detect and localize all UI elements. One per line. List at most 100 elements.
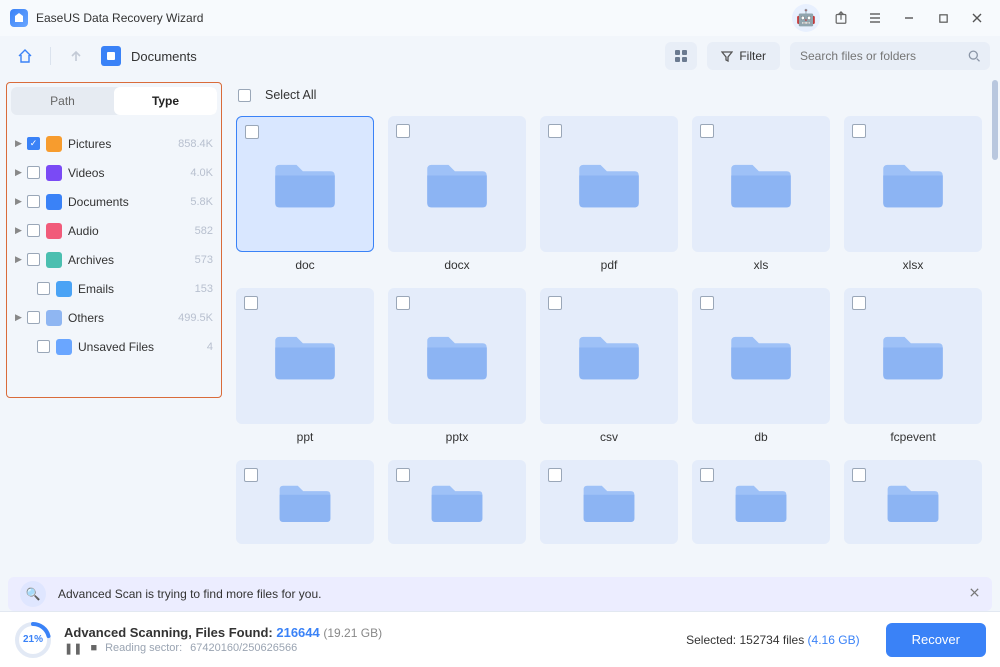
card-checkbox[interactable]: [852, 124, 866, 138]
sidebar-item-audio[interactable]: ▶Audio582: [11, 216, 217, 245]
mascot-icon[interactable]: 🤖: [792, 4, 820, 32]
tab-type[interactable]: Type: [114, 87, 217, 115]
item-count: 858.4K: [178, 138, 213, 150]
card-checkbox[interactable]: [396, 296, 410, 310]
folder-card-row3-13[interactable]: [692, 460, 830, 544]
folder-thumb[interactable]: [236, 116, 374, 252]
folder-card-pptx[interactable]: pptx: [388, 288, 526, 444]
minimize-button[interactable]: [896, 5, 922, 31]
caret-icon: ▶: [15, 196, 25, 207]
card-checkbox[interactable]: [852, 468, 866, 482]
folder-thumb[interactable]: [388, 116, 526, 252]
card-checkbox[interactable]: [548, 468, 562, 482]
maximize-button[interactable]: [930, 5, 956, 31]
card-checkbox[interactable]: [244, 468, 258, 482]
card-checkbox[interactable]: [700, 124, 714, 138]
item-checkbox[interactable]: [27, 253, 40, 266]
select-all-label: Select All: [265, 88, 316, 102]
scrollbar[interactable]: [992, 80, 998, 160]
sidebar-item-pictures[interactable]: ▶✓ Pictures 858.4K: [11, 129, 217, 158]
folder-thumb[interactable]: [540, 460, 678, 544]
folder-card-row3-10[interactable]: [236, 460, 374, 544]
folder-thumb[interactable]: [540, 116, 678, 252]
item-label: Emails: [78, 282, 114, 296]
close-button[interactable]: [964, 5, 990, 31]
pause-button[interactable]: ❚❚: [64, 642, 82, 655]
folder-card-row3-11[interactable]: [388, 460, 526, 544]
folder-thumb[interactable]: [540, 288, 678, 424]
menu-button[interactable]: [862, 5, 888, 31]
folder-label: docx: [388, 258, 526, 272]
item-checkbox[interactable]: ✓: [27, 137, 40, 150]
folder-thumb[interactable]: [388, 288, 526, 424]
folder-card-csv[interactable]: csv: [540, 288, 678, 444]
item-checkbox[interactable]: [27, 166, 40, 179]
card-checkbox[interactable]: [245, 125, 259, 139]
folder-card-xls[interactable]: xls: [692, 116, 830, 272]
folder-thumb[interactable]: [236, 288, 374, 424]
folder-card-pdf[interactable]: pdf: [540, 116, 678, 272]
recover-button[interactable]: Recover: [886, 623, 986, 657]
card-checkbox[interactable]: [244, 296, 258, 310]
item-label: Pictures: [68, 137, 111, 151]
card-checkbox[interactable]: [700, 468, 714, 482]
folder-thumb[interactable]: [388, 460, 526, 544]
videos-icon: [46, 165, 62, 181]
progress-percent: 21%: [14, 621, 52, 659]
select-all-checkbox[interactable]: [238, 89, 251, 102]
documents-icon: [46, 194, 62, 210]
card-checkbox[interactable]: [852, 296, 866, 310]
folder-thumb[interactable]: [844, 460, 982, 544]
card-checkbox[interactable]: [396, 468, 410, 482]
folder-card-fcpevent[interactable]: fcpevent: [844, 288, 982, 444]
folder-thumb[interactable]: [692, 460, 830, 544]
item-checkbox[interactable]: [37, 282, 50, 295]
view-toggle-button[interactable]: [665, 42, 697, 70]
sidebar-item-archives[interactable]: ▶Archives573: [11, 245, 217, 274]
sidebar-item-others[interactable]: ▶Others499.5K: [11, 303, 217, 332]
folder-card-docx[interactable]: docx: [388, 116, 526, 272]
up-button[interactable]: [61, 41, 91, 71]
caret-icon: ▶: [15, 138, 25, 149]
item-checkbox[interactable]: [27, 311, 40, 324]
card-checkbox[interactable]: [548, 124, 562, 138]
sidebar-item-videos[interactable]: ▶Videos4.0K: [11, 158, 217, 187]
folder-label: doc: [236, 258, 374, 272]
pictures-icon: [46, 136, 62, 152]
filter-button[interactable]: Filter: [707, 42, 780, 70]
item-checkbox[interactable]: [27, 195, 40, 208]
emails-icon: [56, 281, 72, 297]
folder-card-row3-12[interactable]: [540, 460, 678, 544]
folder-card-xlsx[interactable]: xlsx: [844, 116, 982, 272]
folder-thumb[interactable]: [236, 460, 374, 544]
stop-button[interactable]: ■: [90, 642, 97, 654]
folder-card-row3-14[interactable]: [844, 460, 982, 544]
folder-thumb[interactable]: [844, 288, 982, 424]
folder-card-db[interactable]: db: [692, 288, 830, 444]
item-label: Documents: [68, 195, 129, 209]
share-button[interactable]: [828, 5, 854, 31]
card-checkbox[interactable]: [396, 124, 410, 138]
sidebar-item-emails[interactable]: Emails 153: [11, 274, 217, 303]
item-checkbox[interactable]: [27, 224, 40, 237]
tab-path[interactable]: Path: [11, 87, 114, 115]
item-count: 153: [195, 283, 213, 295]
folder-card-ppt[interactable]: ppt: [236, 288, 374, 444]
folder-thumb[interactable]: [692, 288, 830, 424]
search-box[interactable]: [790, 42, 990, 70]
folder-thumb[interactable]: [692, 116, 830, 252]
folder-thumb[interactable]: [844, 116, 982, 252]
banner-close-button[interactable]: [969, 587, 980, 601]
sidebar-item-unsaved-files[interactable]: Unsaved Files4: [11, 332, 217, 361]
home-button[interactable]: [10, 41, 40, 71]
item-checkbox[interactable]: [37, 340, 50, 353]
select-all-row[interactable]: Select All: [236, 82, 990, 108]
folder-card-doc[interactable]: doc: [236, 116, 374, 272]
titlebar: EaseUS Data Recovery Wizard 🤖: [0, 0, 1000, 36]
item-count: 499.5K: [178, 312, 213, 324]
search-input[interactable]: [800, 49, 960, 63]
audio-icon: [46, 223, 62, 239]
card-checkbox[interactable]: [548, 296, 562, 310]
card-checkbox[interactable]: [700, 296, 714, 310]
sidebar-item-documents[interactable]: ▶Documents5.8K: [11, 187, 217, 216]
